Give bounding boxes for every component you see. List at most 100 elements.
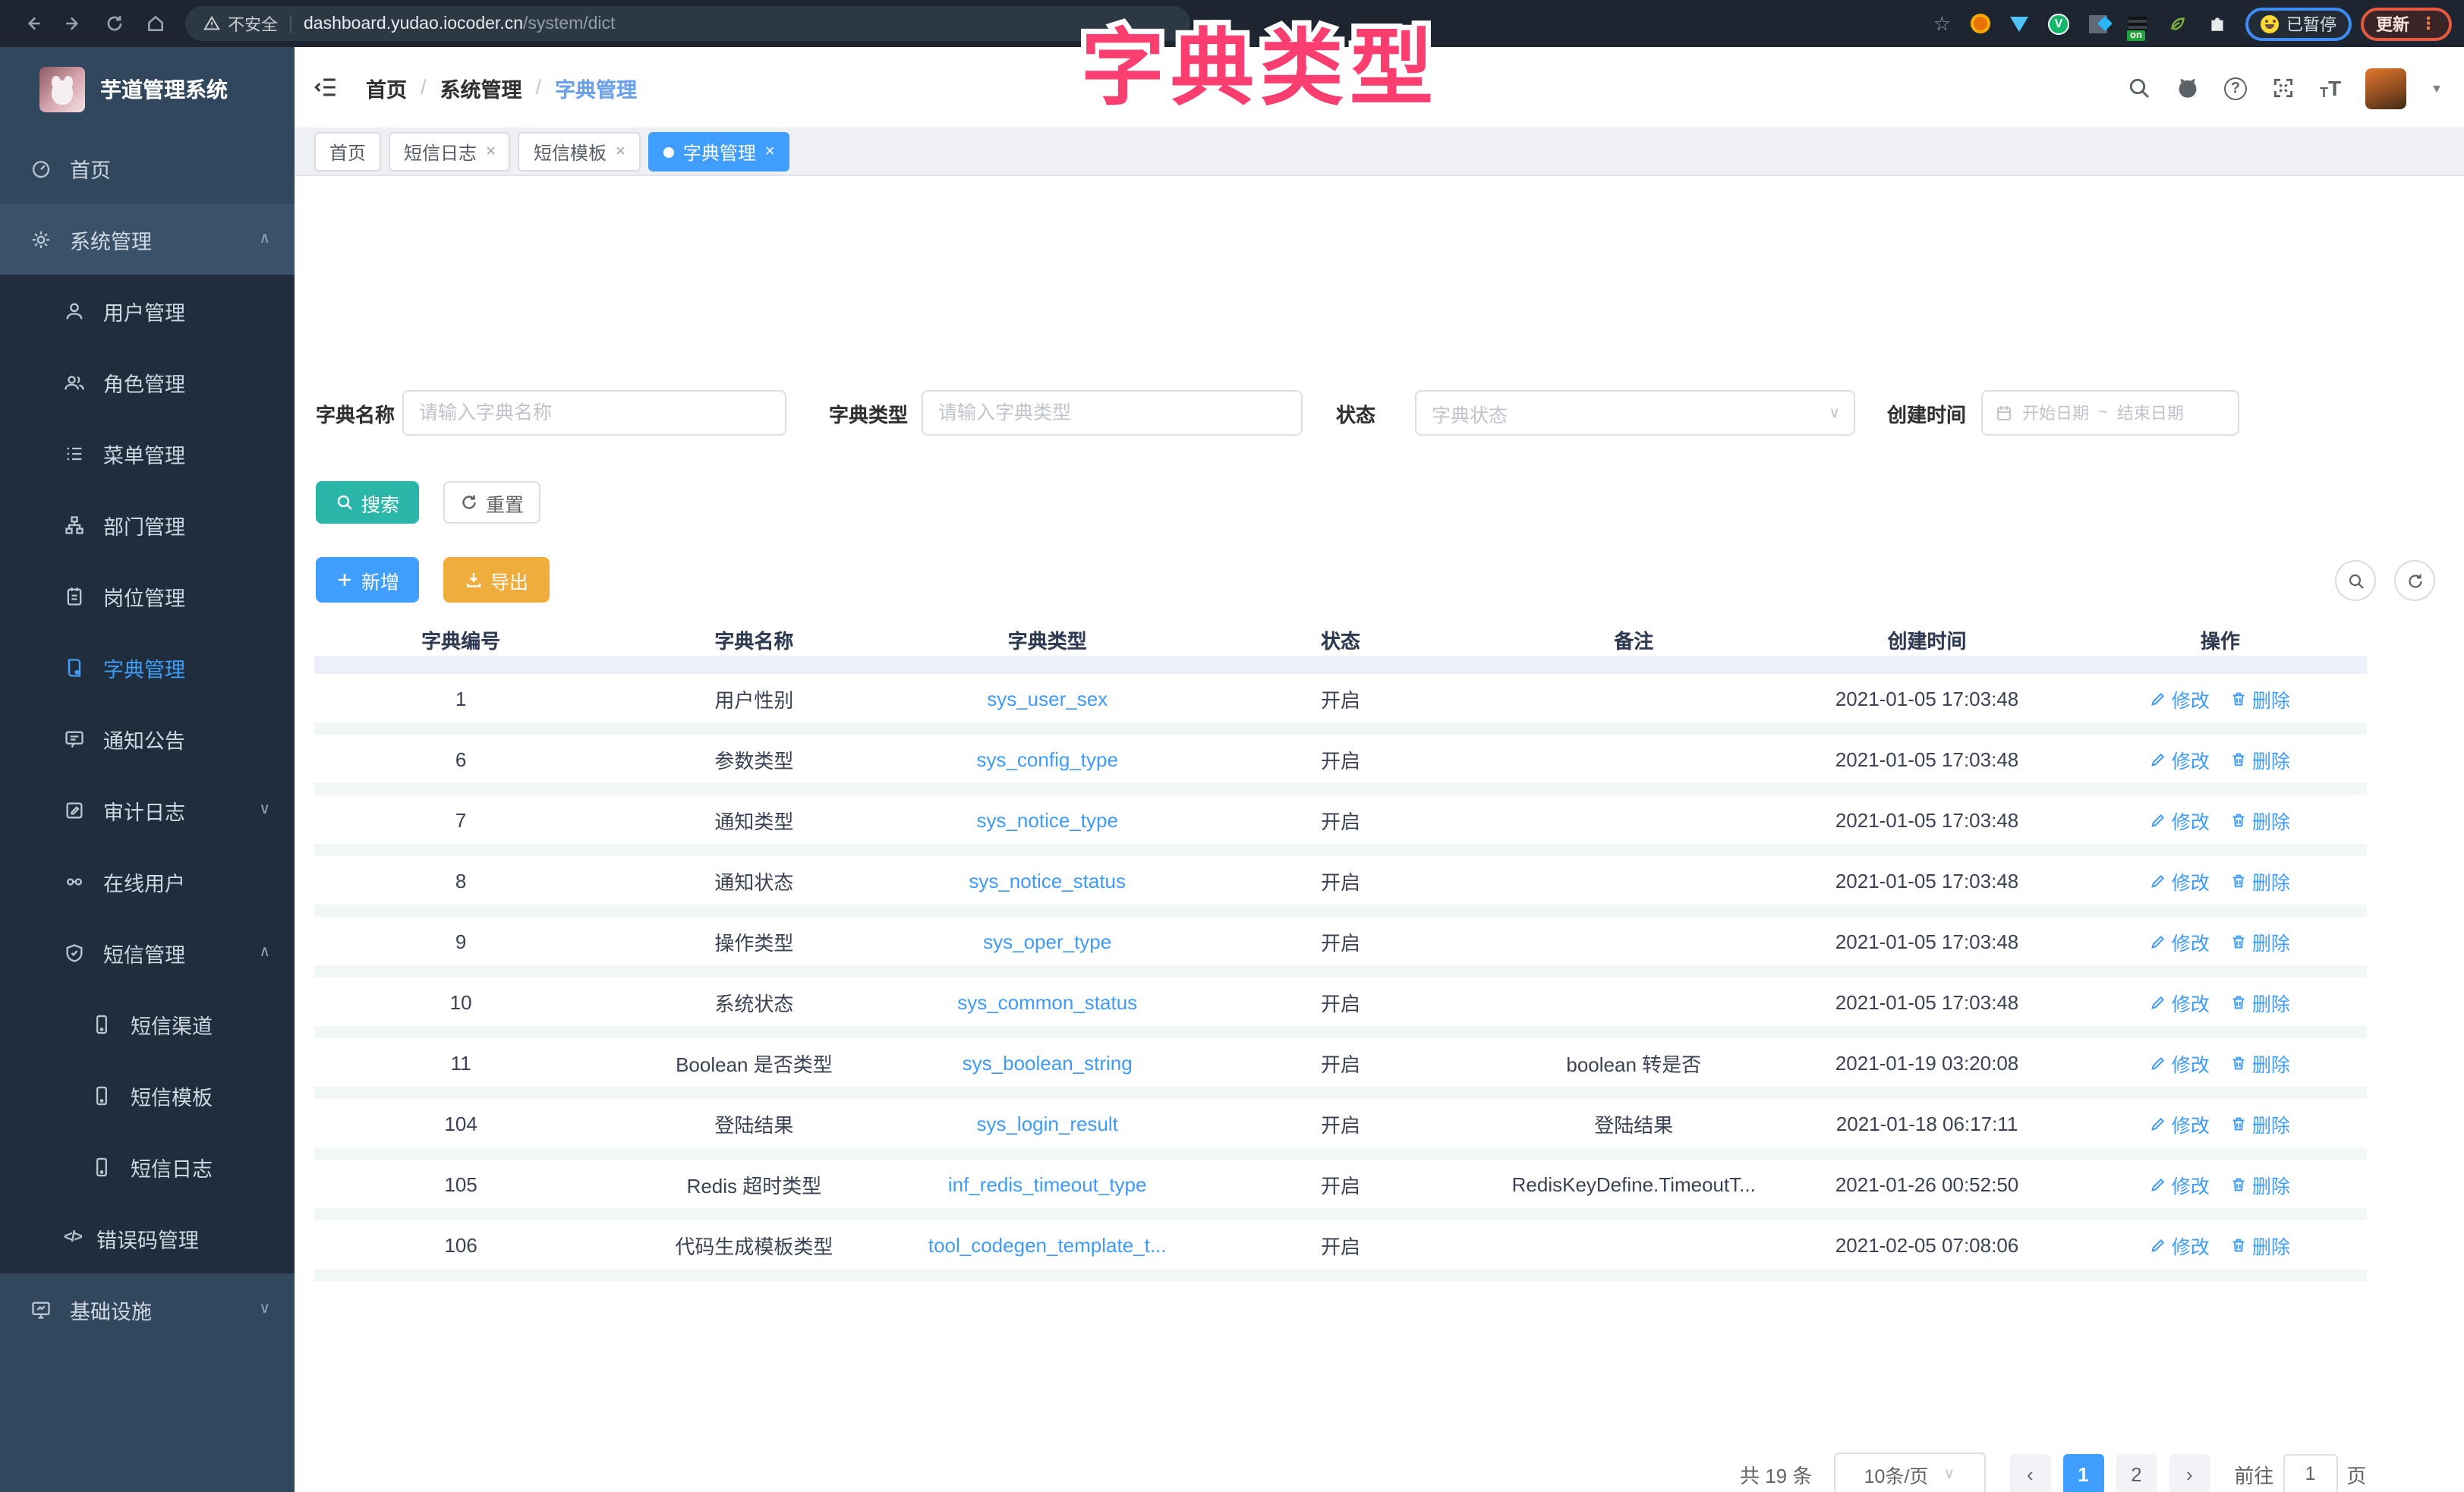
delete-link[interactable]: 删除 (2231, 1109, 2290, 1138)
sidebar-item-error-codes[interactable]: </> 错误码管理 (0, 1202, 295, 1273)
sidebar-fold-icon[interactable] (313, 74, 339, 100)
github-icon[interactable] (2176, 76, 2200, 100)
show-search-toggle-button[interactable] (2335, 560, 2376, 601)
refresh-table-button[interactable] (2394, 560, 2435, 601)
page-size-select[interactable]: 10条/页 ∨ (1833, 1453, 1985, 1492)
reload-icon[interactable] (105, 14, 124, 33)
sidebar-item-menus[interactable]: 菜单管理 (0, 417, 295, 489)
extension-puzzle-icon[interactable] (2204, 11, 2229, 36)
back-icon[interactable] (23, 14, 43, 33)
delete-link[interactable]: 删除 (2231, 684, 2290, 713)
avatar-caret-down-icon[interactable]: ▼ (2431, 81, 2443, 95)
search-button[interactable]: 搜索 (316, 481, 419, 524)
sidebar-item-home[interactable]: 首页 (0, 132, 295, 203)
edit-link[interactable]: 修改 (2150, 684, 2210, 713)
add-button[interactable]: 新增 (316, 557, 419, 603)
table-row[interactable]: 105 Redis 超时类型 inf_redis_timeout_type 开启… (314, 1160, 2367, 1220)
sidebar-item-sms-channel[interactable]: 短信渠道 (0, 988, 295, 1059)
table-row[interactable]: 11 Boolean 是否类型 sys_boolean_string 开启 bo… (314, 1038, 2367, 1099)
cell-dict-type-link[interactable]: sys_notice_status (901, 869, 1194, 892)
extension-green-circle-icon[interactable]: V (2047, 11, 2071, 36)
cell-dict-type-link[interactable]: sys_oper_type (901, 930, 1194, 952)
delete-link[interactable]: 删除 (2231, 1169, 2290, 1198)
export-button[interactable]: 导出 (443, 557, 550, 603)
sidebar-item-infrastructure[interactable]: 基础设施 ∨ (0, 1273, 295, 1345)
breadcrumb-system[interactable]: 系统管理 (440, 72, 522, 102)
dict-type-input[interactable] (922, 390, 1303, 436)
table-row[interactable]: 106 代码生成模板类型 tool_codegen_template_t... … (314, 1220, 2367, 1281)
home-icon[interactable] (146, 14, 165, 33)
delete-link[interactable]: 删除 (2231, 866, 2290, 895)
next-page-button[interactable]: › (2169, 1453, 2210, 1492)
tab-sms-log[interactable]: 短信日志 × (389, 132, 511, 172)
sidebar-item-sms[interactable]: 短信管理 ∧ (0, 917, 295, 988)
delete-link[interactable]: 删除 (2231, 1230, 2290, 1259)
sidebar-item-roles[interactable]: 角色管理 (0, 346, 295, 417)
cell-dict-type-link[interactable]: sys_notice_type (901, 808, 1194, 831)
delete-link[interactable]: 删除 (2231, 1048, 2290, 1077)
help-icon[interactable]: ? (2224, 77, 2247, 99)
table-row[interactable]: 6 参数类型 sys_config_type 开启 2021-01-05 17:… (314, 735, 2367, 795)
sidebar-item-notices[interactable]: 通知公告 (0, 703, 295, 774)
edit-link[interactable]: 修改 (2150, 987, 2210, 1016)
page-button-2[interactable]: 2 (2116, 1453, 2157, 1492)
edit-link[interactable]: 修改 (2150, 1230, 2210, 1259)
breadcrumb-home[interactable]: 首页 (366, 72, 407, 102)
update-pill[interactable]: 更新 ⋮ (2361, 7, 2452, 40)
edit-link[interactable]: 修改 (2150, 866, 2210, 895)
sidebar-item-departments[interactable]: 部门管理 (0, 489, 295, 560)
extension-dark-on-icon[interactable]: on (2125, 11, 2150, 36)
app-logo-row[interactable]: 芋道管理系统 (0, 47, 295, 132)
sidebar-item-users[interactable]: 用户管理 (0, 275, 295, 346)
close-icon[interactable]: × (486, 143, 496, 161)
cell-dict-type-link[interactable]: tool_codegen_template_t... (901, 1233, 1194, 1256)
edit-link[interactable]: 修改 (2150, 805, 2210, 834)
table-row[interactable]: 9 操作类型 sys_oper_type 开启 2021-01-05 17:03… (314, 917, 2367, 977)
edit-link[interactable]: 修改 (2150, 1048, 2210, 1077)
user-avatar[interactable] (2365, 68, 2406, 109)
sidebar-item-sms-template[interactable]: 短信模板 (0, 1059, 295, 1131)
edit-link[interactable]: 修改 (2150, 1109, 2210, 1138)
cell-dict-type-link[interactable]: sys_boolean_string (901, 1051, 1194, 1074)
table-row[interactable]: 10 系统状态 sys_common_status 开启 2021-01-05 … (314, 977, 2367, 1038)
extension-grid-icon[interactable] (2086, 11, 2110, 36)
prev-page-button[interactable]: ‹ (2009, 1453, 2050, 1492)
cell-dict-type-link[interactable]: sys_config_type (901, 748, 1194, 770)
sidebar-item-dict[interactable]: 字典管理 (0, 631, 295, 703)
table-row[interactable]: 8 通知状态 sys_notice_status 开启 2021-01-05 1… (314, 856, 2367, 917)
table-row[interactable]: 104 登陆结果 sys_login_result 开启 登陆结果 2021-0… (314, 1099, 2367, 1160)
sidebar-item-sms-log[interactable]: 短信日志 (0, 1131, 295, 1202)
close-icon[interactable]: × (616, 143, 625, 161)
status-select[interactable]: 字典状态 ∨ (1415, 390, 1855, 436)
font-size-icon[interactable]: TT (2320, 76, 2341, 100)
edit-link[interactable]: 修改 (2150, 927, 2210, 955)
sidebar-item-online-users[interactable]: 在线用户 (0, 845, 295, 917)
tab-home[interactable]: 首页 (314, 132, 381, 172)
cell-dict-type-link[interactable]: sys_login_result (901, 1112, 1194, 1135)
menu-kebab-icon[interactable]: ⋮ (2420, 14, 2437, 33)
delete-link[interactable]: 删除 (2231, 927, 2290, 955)
address-bar[interactable]: 不安全 dashboard.yudao.iocoder.cn/system/di… (185, 6, 1190, 41)
dict-name-input[interactable] (402, 390, 786, 436)
extension-orange-icon[interactable] (1968, 11, 1992, 36)
table-row[interactable]: 1 用户性别 sys_user_sex 开启 2021-01-05 17:03:… (314, 674, 2367, 735)
table-row[interactable]: 7 通知类型 sys_notice_type 开启 2021-01-05 17:… (314, 795, 2367, 856)
extension-gem-icon[interactable] (2007, 11, 2031, 36)
bookmark-star-icon[interactable]: ☆ (1933, 11, 1951, 36)
reset-button[interactable]: 重置 (443, 481, 540, 524)
extension-leaf-icon[interactable] (2165, 11, 2189, 36)
delete-link[interactable]: 删除 (2231, 744, 2290, 773)
edit-link[interactable]: 修改 (2150, 744, 2210, 773)
tab-dict-active[interactable]: 字典管理 × (648, 132, 790, 172)
cell-dict-type-link[interactable]: sys_common_status (901, 990, 1194, 1013)
sidebar-item-audit-log[interactable]: 审计日志 ∨ (0, 774, 295, 845)
page-button-1[interactable]: 1 (2062, 1453, 2103, 1492)
date-range-picker[interactable]: 开始日期 ~ 结束日期 (1981, 390, 2239, 436)
cell-dict-type-link[interactable]: sys_user_sex (901, 687, 1194, 710)
delete-link[interactable]: 删除 (2231, 987, 2290, 1016)
close-icon[interactable]: × (765, 143, 775, 161)
goto-page-input[interactable] (2283, 1453, 2337, 1492)
edit-link[interactable]: 修改 (2150, 1169, 2210, 1198)
search-icon[interactable] (2127, 76, 2151, 100)
cell-dict-type-link[interactable]: inf_redis_timeout_type (901, 1173, 1194, 1195)
